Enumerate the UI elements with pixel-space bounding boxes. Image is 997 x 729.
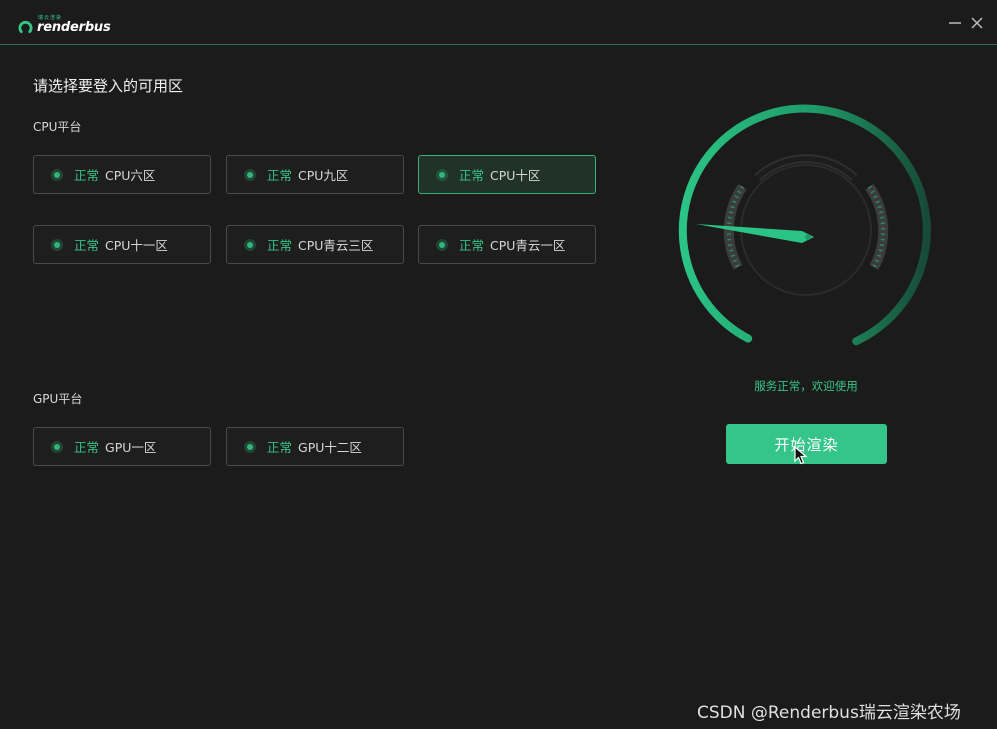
speedometer-gauge-icon [678, 104, 931, 346]
zone-status: 正常 [267, 238, 293, 253]
zone-status: 正常 [267, 168, 293, 183]
status-dot-icon [247, 241, 253, 248]
zone-status: 正常 [74, 238, 100, 253]
zone-cpu-11[interactable]: 正常 CPU十一区 [33, 225, 211, 264]
cpu-section-label: CPU平台 [33, 120, 82, 134]
status-dot-icon [54, 443, 60, 450]
minimize-icon[interactable] [946, 14, 964, 32]
zone-name: CPU六区 [105, 168, 156, 183]
status-dot-icon [247, 171, 253, 178]
zone-cpu-qingyun-1[interactable]: 正常 CPU青云一区 [418, 225, 596, 264]
watermark-text: CSDN @Renderbus瑞云渲染农场 [697, 703, 961, 723]
service-status-text: 服务正常，欢迎使用 [754, 379, 858, 393]
status-dot-icon [54, 171, 60, 178]
zone-gpu-12[interactable]: 正常 GPU十二区 [226, 427, 404, 466]
zone-name: CPU十一区 [105, 238, 168, 253]
zone-name: CPU九区 [298, 168, 349, 183]
gpu-section-label: GPU平台 [33, 392, 83, 406]
zone-status: 正常 [267, 440, 293, 455]
start-render-button[interactable]: 开始渲染 [726, 424, 887, 464]
zone-cpu-10[interactable]: 正常 CPU十区 [418, 155, 596, 194]
status-dot-icon [54, 241, 60, 248]
zone-name: CPU青云一区 [490, 238, 566, 253]
app-logo: 瑞云渲染 renderbus [18, 16, 111, 36]
logo-subtitle: 瑞云渲染 [38, 15, 63, 21]
zone-status: 正常 [74, 168, 100, 183]
close-icon[interactable] [968, 14, 986, 32]
zone-cpu-6[interactable]: 正常 CPU六区 [33, 155, 211, 194]
zone-name: GPU一区 [105, 440, 157, 455]
zone-gpu-1[interactable]: 正常 GPU一区 [33, 427, 211, 466]
renderbus-logo-icon [18, 20, 33, 33]
zone-status: 正常 [74, 440, 100, 455]
title-bar: 瑞云渲染 renderbus [0, 0, 997, 45]
zone-status: 正常 [459, 168, 485, 183]
zone-name: CPU青云三区 [298, 238, 374, 253]
zone-cpu-qingyun-3[interactable]: 正常 CPU青云三区 [226, 225, 404, 264]
zone-name: GPU十二区 [298, 440, 362, 455]
status-dot-icon [439, 241, 445, 248]
zone-status: 正常 [459, 238, 485, 253]
logo-text-group: 瑞云渲染 renderbus [37, 16, 111, 36]
zone-name: CPU十区 [490, 168, 541, 183]
zone-cpu-9[interactable]: 正常 CPU九区 [226, 155, 404, 194]
status-dot-icon [247, 443, 253, 450]
page-title: 请选择要登入的可用区 [33, 77, 184, 95]
status-dot-icon [439, 171, 445, 178]
